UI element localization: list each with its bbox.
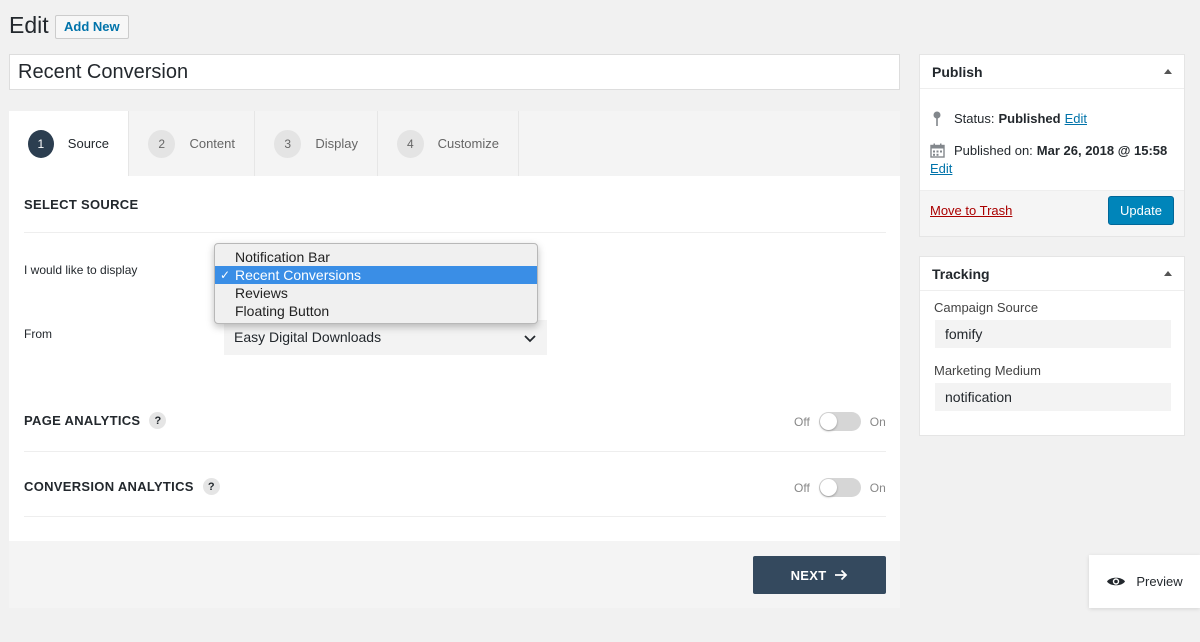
page-analytics-label: PAGE ANALYTICS bbox=[24, 413, 141, 428]
tab-source[interactable]: 1 Source bbox=[9, 111, 129, 176]
tracking-box-header: Tracking bbox=[920, 257, 1184, 291]
step-tabs: 1 Source 2 Content 3 Display 4 Customize bbox=[9, 111, 900, 176]
conversion-analytics-label: CONVERSION ANALYTICS bbox=[24, 479, 194, 494]
page-analytics-toggle[interactable] bbox=[818, 412, 861, 431]
collapse-icon[interactable] bbox=[1164, 69, 1172, 74]
conversion-analytics-row: CONVERSION ANALYTICS ? bbox=[24, 478, 220, 495]
dropdown-option-floating-button[interactable]: Floating Button bbox=[215, 302, 537, 320]
update-button[interactable]: Update bbox=[1108, 196, 1174, 225]
help-icon[interactable]: ? bbox=[202, 478, 220, 495]
step-number: 3 bbox=[274, 129, 302, 158]
tab-label: Source bbox=[67, 136, 109, 151]
conversion-analytics-toggle[interactable] bbox=[818, 478, 861, 497]
builder-card bbox=[9, 111, 900, 608]
page-title: Edit bbox=[9, 12, 49, 38]
dropdown-option-recent-conversions[interactable]: ✓ Recent Conversions bbox=[215, 266, 537, 284]
from-label: From bbox=[24, 327, 52, 341]
publish-actions: Move to Trash Update bbox=[920, 191, 1184, 236]
move-to-trash-link[interactable]: Move to Trash bbox=[930, 203, 1012, 218]
tracking-title: Tracking bbox=[932, 265, 990, 282]
toggle-knob bbox=[819, 413, 837, 430]
status-row: Status: Published Edit bbox=[932, 111, 1087, 127]
toggle-off-label: Off bbox=[794, 414, 810, 429]
step-number: 2 bbox=[148, 129, 176, 158]
toggle-knob bbox=[819, 479, 837, 496]
toggle-off-label: Off bbox=[794, 480, 810, 495]
display-type-dropdown[interactable]: Notification Bar ✓ Recent Conversions Re… bbox=[214, 243, 538, 324]
campaign-source-input[interactable]: fomify bbox=[935, 320, 1171, 348]
chevron-down-icon bbox=[524, 335, 536, 343]
arrow-right-icon bbox=[835, 569, 848, 581]
collapse-icon[interactable] bbox=[1164, 271, 1172, 276]
select-source-heading: SELECT SOURCE bbox=[24, 197, 139, 212]
page-analytics-row: PAGE ANALYTICS ? bbox=[24, 412, 167, 429]
publish-box-header: Publish bbox=[920, 55, 1184, 89]
status-value: Published bbox=[998, 111, 1061, 126]
eye-icon bbox=[1107, 577, 1126, 586]
tab-content[interactable]: 2 Content bbox=[129, 111, 255, 176]
tab-display[interactable]: 3 Display bbox=[255, 111, 378, 176]
divider bbox=[24, 232, 886, 233]
check-icon: ✓ bbox=[220, 268, 231, 282]
next-button[interactable]: NEXT bbox=[753, 556, 886, 594]
publish-title: Publish bbox=[932, 63, 983, 80]
add-new-button[interactable]: Add New bbox=[55, 15, 129, 39]
from-select[interactable]: Easy Digital Downloads bbox=[224, 320, 547, 355]
conversion-analytics-toggle-group: Off On bbox=[794, 478, 886, 497]
campaign-source-label: Campaign Source bbox=[934, 300, 1039, 315]
page-analytics-toggle-group: Off On bbox=[794, 412, 886, 431]
calendar-icon bbox=[930, 143, 945, 158]
divider bbox=[24, 451, 886, 452]
status-edit-link[interactable]: Edit bbox=[1065, 111, 1087, 126]
tracking-box: Tracking Campaign Source fomify Marketin… bbox=[919, 256, 1185, 436]
step-number: 1 bbox=[28, 129, 54, 158]
pin-icon bbox=[933, 111, 941, 126]
published-on-value: Mar 26, 2018 @ 15:58 bbox=[1036, 143, 1168, 158]
step-number: 4 bbox=[397, 129, 424, 158]
help-icon[interactable]: ? bbox=[149, 412, 167, 429]
preview-button[interactable]: Preview bbox=[1089, 555, 1200, 608]
tab-label: Content bbox=[189, 136, 235, 151]
publish-box: Publish Status: Published Edit Published… bbox=[919, 54, 1185, 237]
marketing-medium-label: Marketing Medium bbox=[934, 363, 1041, 378]
tab-label: Display bbox=[315, 136, 358, 151]
published-on-edit-link[interactable]: Edit bbox=[930, 161, 1180, 176]
published-on-row: Published on: Mar 26, 2018 @ 15:58 Edit bbox=[930, 143, 1180, 176]
display-label: I would like to display bbox=[24, 263, 138, 277]
tab-customize[interactable]: 4 Customize bbox=[378, 111, 519, 176]
toggle-on-label: On bbox=[869, 414, 886, 429]
from-select-value: Easy Digital Downloads bbox=[234, 329, 382, 345]
marketing-medium-input[interactable]: notification bbox=[935, 383, 1171, 411]
post-title-input[interactable]: Recent Conversion bbox=[9, 54, 900, 90]
dropdown-option-reviews[interactable]: Reviews bbox=[215, 284, 537, 302]
toggle-on-label: On bbox=[869, 480, 886, 495]
tab-label: Customize bbox=[437, 136, 499, 151]
dropdown-option-notification-bar[interactable]: Notification Bar bbox=[215, 248, 537, 266]
divider bbox=[24, 516, 886, 517]
